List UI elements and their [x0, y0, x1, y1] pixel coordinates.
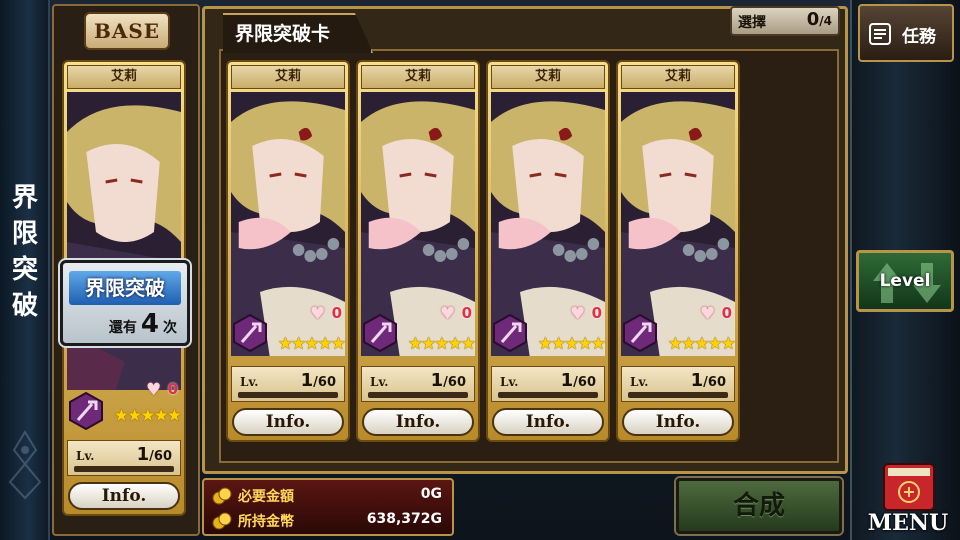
limit-break-badge: 界限突破 還有 4 次: [60, 260, 190, 346]
weapon-icon: [233, 314, 267, 352]
rarity-stars: ★★★★★: [277, 334, 346, 354]
level-label: Lv.: [370, 375, 389, 389]
info-button[interactable]: Info.: [622, 408, 734, 436]
limit-break-remaining: 還有 4 次: [108, 309, 177, 339]
level-label: Lv.: [500, 375, 519, 389]
info-button[interactable]: Info.: [492, 408, 604, 436]
heart-icon: ♥: [440, 304, 456, 324]
mission-label: 任務: [902, 27, 936, 47]
selection-counter: 選擇 0/4: [730, 6, 840, 36]
level-value: 1/60: [300, 370, 336, 391]
affection-value: 0: [461, 304, 472, 322]
level-bar: Lv. 1/60: [231, 366, 345, 402]
affection-counter: ♥ 0: [700, 304, 734, 324]
selection-label: 選擇: [738, 15, 766, 31]
card-name: 艾莉: [621, 65, 735, 89]
level-progress-track: [238, 392, 338, 398]
gold-panel: 必要金額 0G 所持金幣 638,372G: [202, 478, 454, 536]
affection-value: 0: [331, 304, 342, 322]
menu-label: MENU: [867, 510, 949, 536]
affection-counter: ♥ 0: [440, 304, 474, 324]
heart-icon: ♥: [310, 304, 326, 324]
rarity-stars: ★★★★★: [667, 334, 736, 354]
level-bar: Lv. 1/60: [67, 440, 181, 476]
info-button[interactable]: Info.: [362, 408, 474, 436]
card-name: 艾莉: [491, 65, 605, 89]
affection-counter: ♥ 0: [146, 380, 180, 400]
required-gold-label: 必要金額: [238, 489, 294, 505]
affection-value: 0: [721, 304, 732, 322]
rarity-stars: ★★★★★: [113, 406, 182, 426]
level-value: 1/60: [690, 370, 726, 391]
mission-button[interactable]: 任務: [858, 4, 954, 62]
owned-gold-row: 所持金幣 638,372G: [212, 510, 442, 534]
ornament-icon: [8, 430, 42, 500]
level-label: Lv.: [630, 375, 649, 389]
card-name: 艾莉: [67, 65, 181, 89]
rarity-stars: ★★★★★: [407, 334, 476, 354]
affection-value: 0: [591, 304, 602, 322]
owned-gold-value: 638,372G: [366, 511, 442, 527]
heart-icon: ♥: [700, 304, 716, 324]
level-bar: Lv. 1/60: [621, 366, 735, 402]
card-name: 艾莉: [231, 65, 345, 89]
level-value: 1/60: [430, 370, 466, 391]
level-sort-button[interactable]: Level: [856, 250, 954, 312]
heart-icon: ♥: [146, 380, 162, 400]
limit-break-screen: 界 限 突 破 BASE 艾莉 ♥ 0 ★★★★★ Lv. 1/60 Info.…: [0, 0, 960, 540]
level-bar: Lv. 1/60: [361, 366, 475, 402]
affection-value: 0: [167, 380, 178, 398]
level-progress-track: [628, 392, 728, 398]
level-value: 1/60: [136, 444, 172, 465]
required-gold-row: 必要金額 0G: [212, 485, 442, 509]
side-banner: 界 限 突 破: [0, 0, 50, 540]
panel-title: 界限突破卡: [223, 13, 373, 53]
limit-break-title: 界限突破: [69, 271, 181, 305]
level-progress-track: [368, 392, 468, 398]
info-button[interactable]: Info.: [232, 408, 344, 436]
coin-icon: [212, 512, 232, 530]
compose-button[interactable]: 合成: [676, 478, 842, 534]
material-card[interactable]: 艾莉 ♥ 0 ★★★★★ Lv. 1/60 Info.: [486, 60, 610, 442]
weapon-icon: [363, 314, 397, 352]
level-progress-track: [74, 466, 174, 472]
weapon-icon: [69, 392, 103, 430]
menu-button[interactable]: MENU: [862, 458, 954, 538]
card-name: 艾莉: [361, 65, 475, 89]
coin-icon: [212, 487, 232, 505]
info-button[interactable]: Info.: [68, 482, 180, 510]
weapon-icon: [493, 314, 527, 352]
material-card[interactable]: 艾莉 ♥ 0 ★★★★★ Lv. 1/60 Info.: [226, 60, 350, 442]
weapon-icon: [623, 314, 657, 352]
required-gold-value: 0G: [420, 486, 442, 502]
side-banner-title: 界 限 突 破: [11, 183, 38, 321]
level-label: Lv.: [76, 449, 95, 463]
affection-counter: ♥ 0: [570, 304, 604, 324]
heart-icon: ♥: [570, 304, 586, 324]
material-card[interactable]: 艾莉 ♥ 0 ★★★★★ Lv. 1/60 Info.: [356, 60, 480, 442]
level-value: 1/60: [560, 370, 596, 391]
affection-counter: ♥ 0: [310, 304, 344, 324]
list-icon: [869, 23, 891, 45]
book-icon: [883, 463, 935, 511]
owned-gold-label: 所持金幣: [238, 514, 294, 530]
base-tag: BASE: [84, 12, 170, 50]
level-sort-label: Level: [879, 271, 931, 291]
level-bar: Lv. 1/60: [491, 366, 605, 402]
selection-value: 0/4: [806, 9, 832, 30]
rarity-stars: ★★★★★: [537, 334, 606, 354]
material-card[interactable]: 艾莉 ♥ 0 ★★★★★ Lv. 1/60 Info.: [616, 60, 740, 442]
level-label: Lv.: [240, 375, 259, 389]
level-progress-track: [498, 392, 598, 398]
